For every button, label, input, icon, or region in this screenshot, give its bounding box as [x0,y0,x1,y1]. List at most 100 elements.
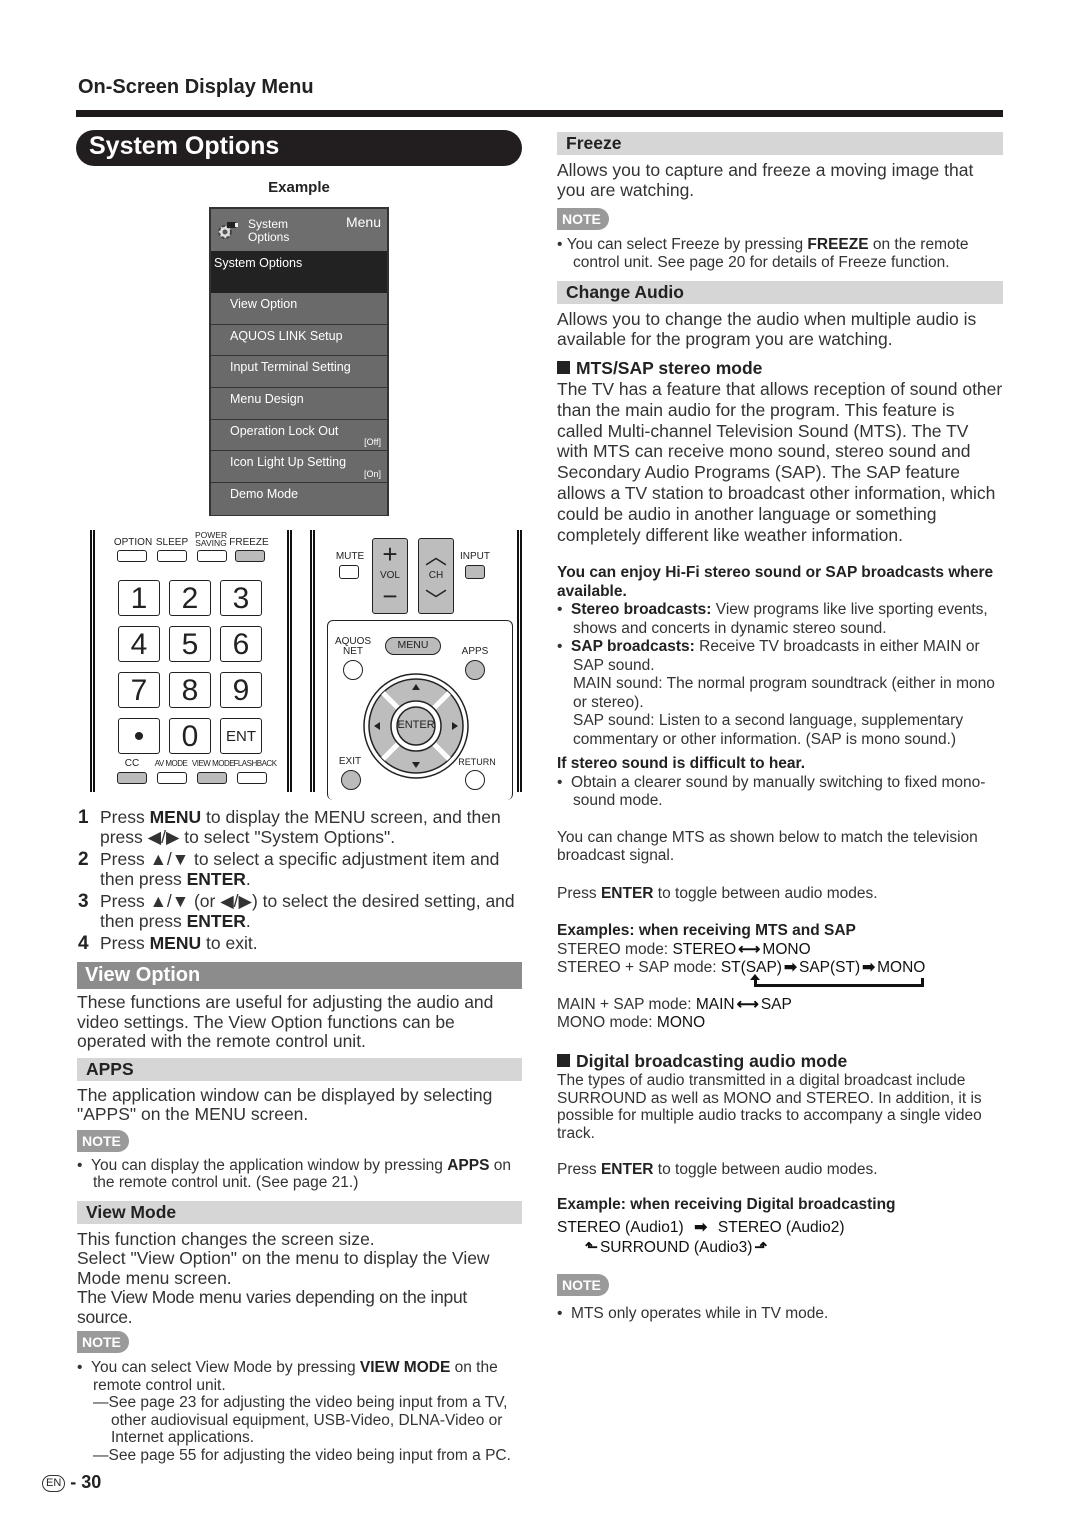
osd-item-aquos-link-setup[interactable]: AQUOS LINK Setup [211,324,387,357]
osd-item-label: AQUOS LINK Setup [230,328,343,343]
osd-item-input-terminal-setting[interactable]: Input Terminal Setting [211,356,387,389]
digital-example-heading: Example: when receiving Digital broadcas… [557,1196,896,1214]
remote-label-ch: CH [428,570,444,581]
channel-rocker[interactable]: ︿ CH ﹀ [418,538,454,614]
view-option-body: These functions are useful for adjusting… [77,992,494,1051]
remote-label-apps: APPS [461,646,489,657]
remote-label-flashback: FLASHBACK [233,759,277,768]
remote-label-power-saving: POWER SAVING [195,530,228,548]
return-button[interactable] [465,770,485,790]
remote-label-freeze: FREEZE [229,537,269,548]
examples-heading: Examples: when receiving MTS and SAP [557,922,856,940]
return-arrow-icon: ⬑ [585,1239,598,1257]
osd-item-menu-design[interactable]: Menu Design [211,388,387,420]
volume-rocker[interactable]: + VOL − [372,538,408,614]
key-7[interactable]: 7 [118,672,160,708]
view-mode-dash-2: —See page 55 for adjusting the video bei… [93,1446,511,1464]
power-saving-button[interactable] [197,550,227,562]
change-mts-text: You can change MTS as shown below to mat… [557,828,978,865]
double-arrow-icon: ⟷ [736,995,759,1013]
note-badge: NOTE [77,1129,129,1152]
key-8[interactable]: 8 [169,672,211,708]
loop-back-arrow [557,973,1003,996]
option-button[interactable] [117,550,147,562]
key-4[interactable]: 4 [118,626,160,662]
flashback-button[interactable] [237,772,267,784]
key-0[interactable]: 0 [169,718,211,754]
osd-item-label: Icon Light Up Setting [230,455,347,470]
osd-item-list: View Option AQUOS LINK Setup Input Termi… [211,293,387,515]
enter-button[interactable]: ENTER [397,719,435,731]
change-audio-body: Allows you to change the audio when mult… [557,309,977,349]
osd-item-value: [Off] [364,437,381,448]
input-button[interactable] [465,565,485,579]
mts-body: The TV has a feature that allows recepti… [557,379,1003,545]
example-label: Example [268,179,330,196]
stereo-broadcasts-item: • Stereo broadcasts: View programs like … [557,601,988,637]
digital-press-enter-text: Press ENTER to toggle between audio mode… [557,1160,878,1178]
step-item: 4 Press MENU to exit. [78,933,528,954]
osd-menu: System Options Menu System Options View … [209,207,389,516]
osd-item-value: [On] [363,469,381,480]
remote-label-return: RETURN [458,757,496,767]
view-mode-button[interactable] [197,772,227,784]
plus-icon: + [382,539,398,569]
osd-item-label: Operation Lock Out [230,423,339,438]
note-badge: NOTE [557,208,609,230]
menu-button[interactable]: MENU [385,637,441,655]
example-mono-mode: MONO mode: MONO [557,1014,706,1032]
hifi-heading: You can enjoy Hi-Fi stereo sound or SAP … [557,564,994,600]
view-mode-line2: Select "View Option" on the menu to disp… [77,1248,490,1288]
view-mode-line1: This function changes the screen size. [77,1228,375,1249]
mute-button[interactable] [339,565,359,579]
page-title: System Options [76,130,522,166]
press-enter-text: Press ENTER to toggle between audio mode… [557,884,878,902]
example-stereo-sap-mode: STEREO + SAP mode: ST(SAP) ➡ SAP(ST) ➡ MONO [557,959,926,977]
sleep-button[interactable] [157,550,187,562]
digital-heading: Digital broadcasting audio mode [557,1051,1003,1072]
osd-item-demo-mode[interactable]: Demo Mode [211,483,387,515]
step-text: Press MENU to exit. [100,933,258,953]
cc-button[interactable] [117,772,147,784]
step-item: 3 Press ▲/▼ (or ◀/▶) to select the desire… [78,891,528,931]
step-number: 3 [78,891,89,912]
osd-item-view-option[interactable]: View Option [211,293,387,325]
key-9[interactable]: 9 [220,672,262,708]
av-mode-button[interactable] [157,772,187,784]
step-number: 1 [78,807,89,828]
osd-item-label: Input Terminal Setting [230,360,351,375]
example-stereo-mode: STEREO mode: STEREO ⟷ MONO [557,940,811,958]
aquos-net-button[interactable] [343,660,363,680]
remote-label-exit: EXIT [338,756,362,767]
note-badge: NOTE [557,1273,609,1296]
key-3[interactable]: 3 [220,580,262,616]
key-1[interactable]: 1 [118,580,160,616]
key-2[interactable]: 2 [169,580,211,616]
remote-nav-illustration: MUTE + VOL − ︿ CH ﹀ INPUT AQUOS NET MENU… [310,530,522,800]
minus-icon: − [382,581,398,611]
key-ent[interactable]: ENT [220,718,262,754]
view-mode-heading: View Mode [77,1200,522,1224]
key-dot[interactable]: • [118,718,160,754]
view-mode-dash-1: —See page 23 for adjusting the video bei… [93,1394,508,1446]
freeze-heading: Freeze [557,132,1003,155]
right-sections: Freeze Allows you to capture and freeze … [557,132,1003,1322]
language-badge: EN [42,1475,66,1492]
freeze-note: • You can select Freeze by pressing FREE… [557,236,969,271]
osd-item-icon-light-up-setting[interactable]: Icon Light Up Setting [On] [211,451,387,484]
remote-label-aquos-net: AQUOS NET [334,636,372,657]
freeze-button[interactable] [235,550,265,562]
key-6[interactable]: 6 [220,626,262,662]
key-5[interactable]: 5 [169,626,211,662]
change-audio-heading: Change Audio [557,281,1003,304]
osd-item-operation-lock-out[interactable]: Operation Lock Out [Off] [211,419,387,452]
main-sound-text: MAIN sound: The normal program soundtrac… [573,675,995,711]
osd-current-section: System Options [214,256,303,270]
double-arrow-icon: ⟷ [738,940,761,958]
left-sections: View Option These functions are useful f… [77,962,522,1464]
osd-header-title: System Options [248,217,290,244]
exit-button[interactable] [341,770,361,790]
example-main-sap-mode: MAIN + SAP mode: MAIN ⟷ SAP [557,995,792,1013]
remote-label-av-mode: AV MODE [154,759,188,768]
page-footer: EN - 30 [42,1472,101,1493]
